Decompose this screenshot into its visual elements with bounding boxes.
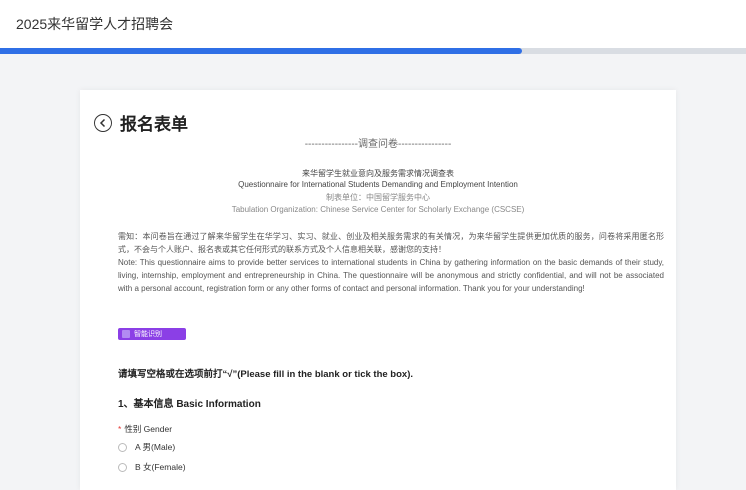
app-title: 2025来华留学人才招聘会 — [16, 16, 174, 32]
radio-button[interactable] — [118, 442, 127, 452]
progress-fill — [0, 48, 523, 54]
questionnaire-title-en: Questionnaire for International Students… — [238, 180, 518, 189]
organization-cn: 制表单位：中国留学服务中心 — [326, 193, 430, 202]
gender-option-male[interactable]: A 男(Male) — [118, 441, 175, 453]
option-label: B 女(Female) — [135, 462, 186, 472]
radio-button[interactable] — [118, 462, 127, 472]
gender-label: * 性别 Gender — [118, 423, 172, 435]
gender-option-female[interactable]: B 女(Female) — [118, 461, 186, 473]
form-header: 报名表单 — [94, 110, 188, 135]
fill-instruction: 请填写空格或在选项前打“√”(Please fill in the blank … — [118, 369, 414, 380]
gender-label-text: 性别 Gender — [124, 424, 173, 434]
notice-text: 需知：本问卷旨在通过了解来华留学生在华学习、实习、就业、创业及相关服务需求的有关… — [118, 230, 664, 295]
smart-recognition-label: 智能识别 — [134, 331, 162, 338]
notice-en: Note: This questionnaire aims to provide… — [118, 258, 664, 293]
questionnaire-heading: ----------------调查问卷---------------- — [304, 139, 452, 150]
form-card: 报名表单 ----------------调查问卷---------------… — [80, 90, 676, 490]
ai-icon — [122, 330, 130, 338]
required-mark: * — [118, 424, 122, 434]
progress-bar — [0, 48, 746, 54]
section-basic-info: 1、基本信息 Basic Information — [118, 399, 261, 410]
organization-en: Tabulation Organization: Chinese Service… — [231, 205, 525, 214]
back-arrow-icon[interactable] — [94, 113, 112, 132]
top-bar: 2025来华留学人才招聘会 — [0, 0, 746, 48]
questionnaire-title-cn: 来华留学生就业意向及服务需求情况调查表 — [302, 169, 454, 178]
form-title: 报名表单 — [120, 115, 188, 134]
option-label: A 男(Male) — [135, 442, 176, 452]
smart-recognition-button[interactable]: 智能识别 — [118, 328, 186, 340]
notice-cn: 需知：本问卷旨在通过了解来华留学生在华学习、实习、就业、创业及相关服务需求的有关… — [118, 232, 664, 254]
